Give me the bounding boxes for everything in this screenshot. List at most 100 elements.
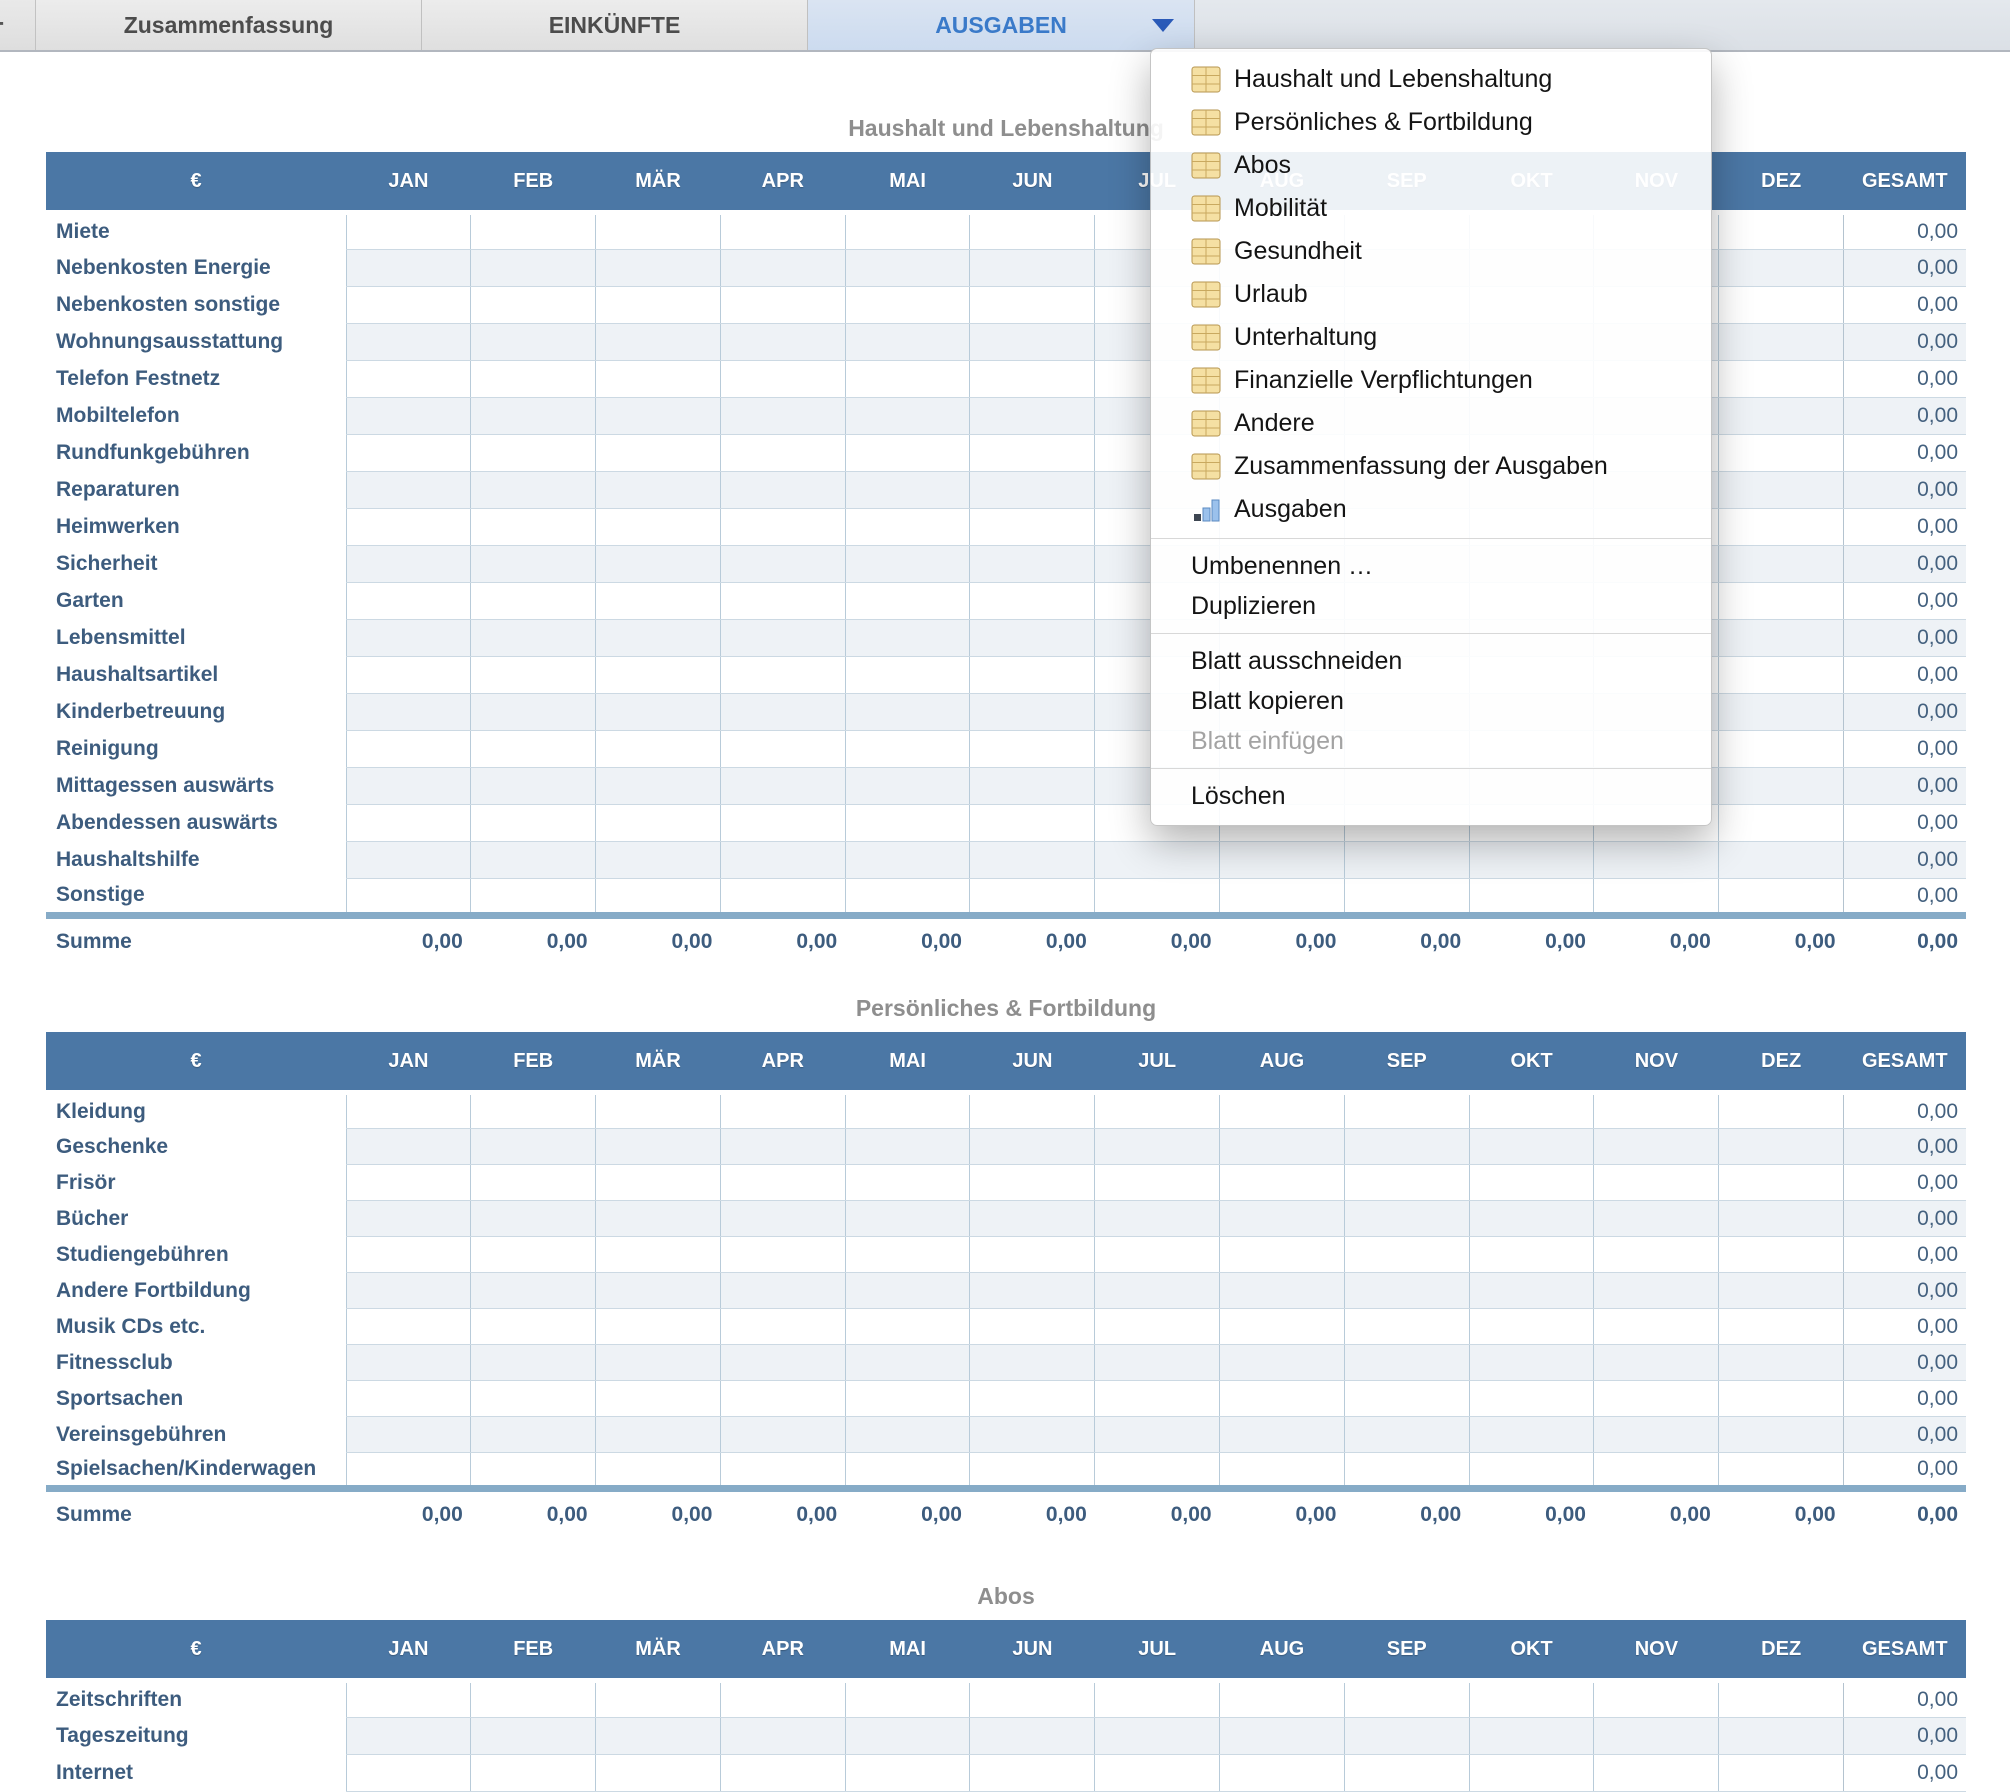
month-cell[interactable] [1469,1345,1594,1381]
month-cell[interactable] [596,1309,721,1345]
month-cell[interactable] [1469,1681,1594,1718]
month-cell[interactable] [1719,1165,1844,1201]
month-cell[interactable] [845,657,970,694]
month-cell[interactable] [596,657,721,694]
summe-month-cell[interactable]: 0,00 [346,916,471,966]
summe-month-cell[interactable]: 0,00 [471,1489,596,1539]
month-cell[interactable] [845,398,970,435]
month-cell[interactable] [1469,1381,1594,1417]
month-cell[interactable] [1719,472,1844,509]
month-cell[interactable] [1095,1345,1220,1381]
month-cell[interactable] [845,1273,970,1309]
month-column-header[interactable]: JAN [346,1032,471,1093]
month-cell[interactable] [845,731,970,768]
gesamt-cell[interactable]: 0,00 [1844,1237,1966,1273]
month-cell[interactable] [596,1345,721,1381]
month-cell[interactable] [1469,842,1594,879]
gesamt-cell[interactable]: 0,00 [1844,805,1966,842]
row-label-cell[interactable]: Studiengebühren [46,1237,346,1273]
tab-einkuenfte[interactable]: EINKÜNFTE [422,0,808,50]
month-column-header[interactable]: JUN [970,1620,1095,1681]
gesamt-cell[interactable]: 0,00 [1844,213,1966,250]
month-cell[interactable] [596,1093,721,1129]
row-label-cell[interactable]: Musik CDs etc. [46,1309,346,1345]
month-cell[interactable] [720,1681,845,1718]
month-cell[interactable] [845,509,970,546]
month-column-header[interactable]: NOV [1594,1032,1719,1093]
month-cell[interactable] [845,1165,970,1201]
month-column-header[interactable]: MÄR [596,1032,721,1093]
month-cell[interactable] [596,1201,721,1237]
month-cell[interactable] [845,324,970,361]
gesamt-cell[interactable]: 0,00 [1844,1165,1966,1201]
menu-item-finanzielle-verpflichtungen[interactable]: Finanzielle Verpflichtungen [1151,359,1711,402]
month-cell[interactable] [1719,435,1844,472]
month-cell[interactable] [1719,768,1844,805]
month-cell[interactable] [596,1718,721,1755]
row-label-cell[interactable]: Kinderbetreuung [46,694,346,731]
month-cell[interactable] [1719,324,1844,361]
row-label-cell[interactable]: Andere Fortbildung [46,1273,346,1309]
month-column-header[interactable]: MÄR [596,152,721,213]
month-cell[interactable] [346,1381,471,1417]
row-label-cell[interactable]: Tageszeitung [46,1718,346,1755]
row-label-cell[interactable]: Bücher [46,1201,346,1237]
row-label-cell[interactable]: Miete [46,213,346,250]
month-cell[interactable] [346,1417,471,1453]
month-cell[interactable] [1719,1237,1844,1273]
month-cell[interactable] [720,1417,845,1453]
month-cell[interactable] [845,805,970,842]
summe-gesamt-cell[interactable]: 0,00 [1844,916,1966,966]
gesamt-cell[interactable]: 0,00 [1844,509,1966,546]
month-cell[interactable] [970,324,1095,361]
month-cell[interactable] [720,1165,845,1201]
month-cell[interactable] [970,1718,1095,1755]
month-column-header[interactable]: APR [720,1620,845,1681]
month-cell[interactable] [1719,213,1844,250]
month-cell[interactable] [471,472,596,509]
month-cell[interactable] [1719,361,1844,398]
month-cell[interactable] [346,1755,471,1792]
month-cell[interactable] [1719,583,1844,620]
month-cell[interactable] [970,657,1095,694]
month-cell[interactable] [970,435,1095,472]
gesamt-cell[interactable]: 0,00 [1844,657,1966,694]
month-cell[interactable] [471,1237,596,1273]
month-cell[interactable] [970,472,1095,509]
month-cell[interactable] [1220,1718,1345,1755]
month-cell[interactable] [346,1165,471,1201]
month-cell[interactable] [471,879,596,916]
month-cell[interactable] [1719,398,1844,435]
month-column-header[interactable]: FEB [471,152,596,213]
menu-item-andere[interactable]: Andere [1151,402,1711,445]
menu-item-blatt-ausschneiden[interactable]: Blatt ausschneiden [1151,641,1711,681]
month-cell[interactable] [346,1201,471,1237]
summe-gesamt-cell[interactable]: 0,00 [1844,1489,1966,1539]
currency-column-header[interactable]: € [46,1620,346,1681]
month-cell[interactable] [596,731,721,768]
month-cell[interactable] [1469,1129,1594,1165]
month-cell[interactable] [596,324,721,361]
month-cell[interactable] [845,361,970,398]
month-cell[interactable] [1344,1381,1469,1417]
month-cell[interactable] [1220,1417,1345,1453]
month-cell[interactable] [845,620,970,657]
month-cell[interactable] [720,509,845,546]
month-cell[interactable] [970,1453,1095,1489]
month-cell[interactable] [471,250,596,287]
summe-month-cell[interactable]: 0,00 [845,1489,970,1539]
summe-month-cell[interactable]: 0,00 [1719,1489,1844,1539]
month-cell[interactable] [1719,842,1844,879]
month-cell[interactable] [970,731,1095,768]
month-column-header[interactable]: JUL [1095,1620,1220,1681]
month-cell[interactable] [845,842,970,879]
month-cell[interactable] [346,731,471,768]
month-cell[interactable] [1220,1129,1345,1165]
month-cell[interactable] [471,1345,596,1381]
month-cell[interactable] [596,620,721,657]
month-cell[interactable] [1095,1273,1220,1309]
month-cell[interactable] [1594,1129,1719,1165]
row-label-cell[interactable]: Haushaltshilfe [46,842,346,879]
month-cell[interactable] [1095,1309,1220,1345]
month-cell[interactable] [1594,1453,1719,1489]
